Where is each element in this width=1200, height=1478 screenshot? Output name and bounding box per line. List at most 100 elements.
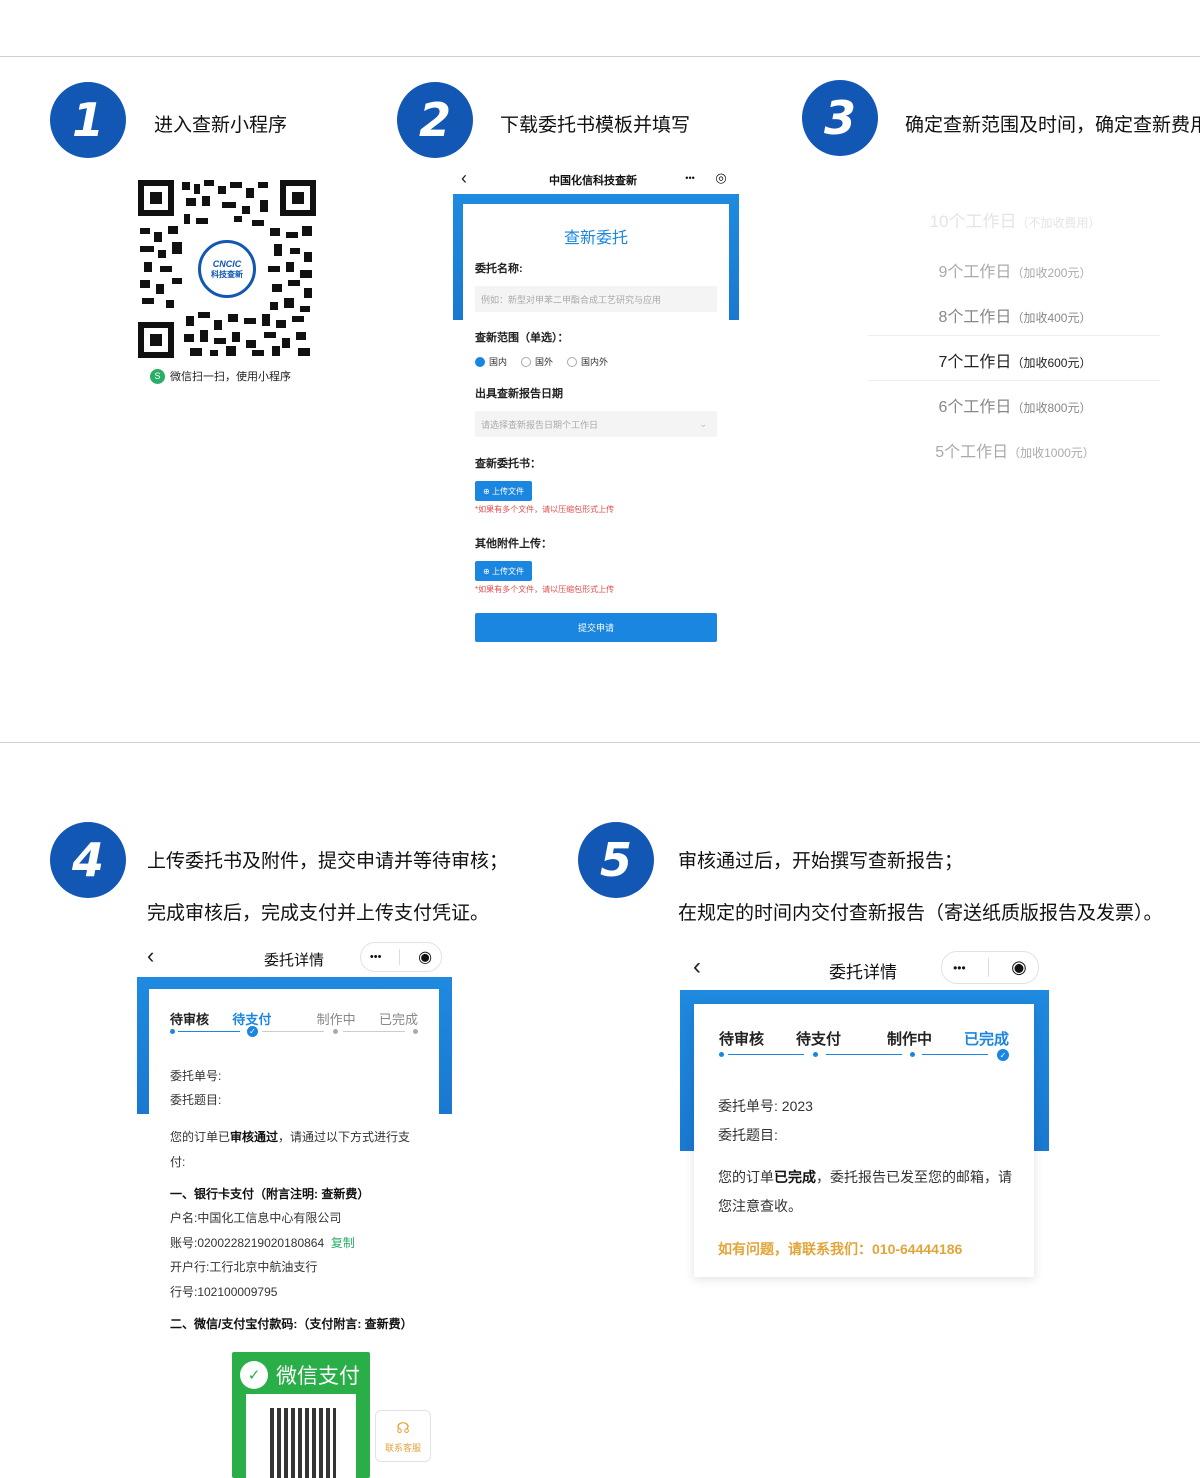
- wechat-pay-icon: ✓: [240, 1361, 268, 1389]
- qr-finder-top-left: [138, 180, 174, 216]
- picker-option-6[interactable]: 6个工作日（加收800元）: [870, 393, 1160, 417]
- middle-divider: [0, 742, 1200, 743]
- detail5-status-tabs: 待审核 待支付 制作中 已完成: [719, 1028, 1009, 1049]
- cncic-logo: CNCIC 科技查新: [198, 240, 256, 298]
- attach-upload-hint: *如果有多个文件，请以压缩包形式上传: [475, 585, 615, 594]
- qr-finder-bottom-left: [138, 322, 174, 358]
- close-icon[interactable]: ◉: [1011, 957, 1027, 978]
- letter-label: 查新委托书：: [475, 458, 541, 470]
- qr-caption-text: 微信扫一扫，使用小程序: [170, 371, 291, 383]
- detail4-capsule: ••• ◉: [360, 942, 442, 972]
- tab-completed[interactable]: 已完成: [964, 1028, 1009, 1049]
- detail4-nav-title: 委托详情: [264, 952, 325, 969]
- logo-text-cncic: CNCIC: [212, 258, 242, 269]
- scope-option-domestic[interactable]: 国内: [475, 355, 507, 368]
- close-icon[interactable]: ◉: [418, 947, 432, 967]
- progress-line-pending: [343, 1031, 405, 1032]
- more-icon[interactable]: •••: [685, 173, 694, 183]
- date-select-placeholder: 请选择查新报告日期个工作日: [481, 419, 599, 430]
- attach-label: 其他附件上传：: [475, 538, 552, 550]
- tab-pending-payment[interactable]: 待支付: [796, 1028, 841, 1049]
- detail4-notice-line2: 付:: [170, 1155, 186, 1169]
- letter-upload-hint: *如果有多个文件，请以压缩包形式上传: [475, 505, 615, 514]
- mini-program-qr-code: CNCIC 科技查新: [138, 180, 316, 358]
- tab-pending-review[interactable]: 待审核: [170, 1009, 209, 1028]
- mini-program-icon: S: [150, 368, 165, 384]
- headset-icon: ☊: [396, 1419, 410, 1437]
- check-icon: ✓: [997, 1049, 1009, 1061]
- picker-option-10[interactable]: 10个工作日（不加收费用）: [870, 213, 1160, 231]
- picker-option-9[interactable]: 9个工作日（加收200元）: [870, 258, 1160, 282]
- name-label: 委托名称:: [475, 263, 523, 275]
- chevron-down-icon: ⌄: [699, 418, 707, 429]
- progress-line: [728, 1054, 804, 1055]
- form-nav-title: 中国化信科技查新: [549, 175, 637, 187]
- step-2-badge: 2: [397, 82, 473, 158]
- scope-option-foreign[interactable]: 国外: [521, 355, 553, 368]
- progress-line-pending: [262, 1031, 324, 1032]
- scope-label: 查新范围（单选）：: [475, 332, 569, 344]
- more-icon[interactable]: •••: [953, 961, 966, 975]
- back-icon[interactable]: ‹: [461, 168, 467, 189]
- picker-option-5[interactable]: 5个工作日（加收1000元）: [870, 438, 1160, 462]
- progress-dot: [170, 1029, 175, 1034]
- wechat-pay-qr-code: [246, 1394, 356, 1478]
- tab-pending-review[interactable]: 待审核: [719, 1028, 764, 1049]
- picker-option-8[interactable]: 8个工作日（加收400元）: [870, 303, 1160, 327]
- more-icon[interactable]: •••: [370, 951, 382, 963]
- detail4-order-title: 委托题目:: [170, 1093, 222, 1107]
- contact-service-button[interactable]: ☊ 联系客服: [375, 1410, 431, 1462]
- account-number: 账号:0200228219020180864 复制: [170, 1236, 355, 1250]
- progress-dot: [910, 1052, 915, 1057]
- check-icon: ✓: [247, 1026, 258, 1037]
- picker-selection-line-top: [868, 335, 1160, 336]
- wechat-pay-heading: 二、微信/支付宝付款码:（支付附言: 查新费）: [170, 1317, 413, 1331]
- step-3-text: 确定查新范围及时间，确定查新费用: [905, 114, 1200, 136]
- detail4-notice: 您的订单已审核通过，请通过以下方式进行支: [170, 1130, 411, 1144]
- step-5-text-line2: 在规定的时间内交付查新报告（寄送纸质版报告及发票）。: [678, 902, 1163, 924]
- qr-caption: S 微信扫一扫，使用小程序: [150, 368, 291, 384]
- attach-upload-button[interactable]: ⊕ 上传文件: [475, 561, 532, 581]
- contact-info: 如有问题，请联系我们：010-64444186: [718, 1241, 963, 1257]
- letter-upload-button[interactable]: ⊕ 上传文件: [475, 481, 532, 501]
- tab-in-progress[interactable]: 制作中: [317, 1009, 356, 1028]
- step-5-text-line1: 审核通过后，开始撰写查新报告；: [678, 850, 964, 872]
- detail5-nav-title: 委托详情: [829, 963, 897, 982]
- detail5-order-title: 委托题目:: [718, 1127, 778, 1143]
- detail5-notice: 您的订单已完成，委托报告已发至您的邮箱，请: [718, 1169, 1012, 1185]
- step-1-text: 进入查新小程序: [154, 114, 288, 136]
- picker-option-7-selected[interactable]: 7个工作日（加收600元）: [870, 348, 1160, 372]
- progress-line: [178, 1031, 240, 1032]
- progress-line: [922, 1054, 988, 1055]
- tab-completed[interactable]: 已完成: [379, 1009, 418, 1028]
- bank-pay-heading: 一、银行卡支付（附言注明: 查新费）: [170, 1187, 370, 1201]
- progress-dot: [719, 1052, 724, 1057]
- back-icon[interactable]: ‹: [147, 943, 154, 969]
- progress-dot-pending: [333, 1029, 338, 1034]
- upload-icon: ⊕: [483, 566, 492, 576]
- bank-branch: 开户行:工行北京中航油支行: [170, 1260, 318, 1274]
- step-4-text-line1: 上传委托书及附件，提交申请并等待审核；: [147, 850, 509, 872]
- step-2-text: 下载委托书模板并填写: [500, 114, 691, 136]
- tab-in-progress[interactable]: 制作中: [887, 1028, 932, 1049]
- progress-dot-pending: [413, 1029, 418, 1034]
- date-select[interactable]: 请选择查新报告日期个工作日 ⌄: [475, 411, 717, 437]
- detail5-order-no: 委托单号: 2023: [718, 1098, 813, 1114]
- wechat-pay-card: ✓ 微信支付: [232, 1352, 370, 1478]
- copy-link[interactable]: 复制: [331, 1236, 355, 1250]
- step-4-text-line2: 完成审核后，完成支付并上传支付凭证。: [147, 902, 490, 924]
- upload-icon: ⊕: [483, 486, 492, 496]
- step-1-badge: 1: [50, 82, 126, 158]
- detail5-capsule: ••• ◉: [941, 951, 1039, 984]
- scope-option-both[interactable]: 国内外: [567, 355, 608, 368]
- detail5-notice-line2: 您注意查收。: [718, 1198, 802, 1214]
- back-icon[interactable]: ‹: [693, 953, 701, 981]
- close-icon[interactable]: ◎: [715, 170, 726, 186]
- form-heading: 查新委托: [563, 230, 628, 247]
- name-input[interactable]: 例如：新型对甲苯二甲酯合成工艺研究与应用: [475, 286, 717, 312]
- submit-button[interactable]: 提交申请: [475, 613, 717, 642]
- account-name: 户名:中国化工信息中心有限公司: [170, 1211, 342, 1225]
- top-divider: [0, 56, 1200, 57]
- date-label: 出具查新报告日期: [475, 388, 563, 400]
- progress-line: [826, 1054, 902, 1055]
